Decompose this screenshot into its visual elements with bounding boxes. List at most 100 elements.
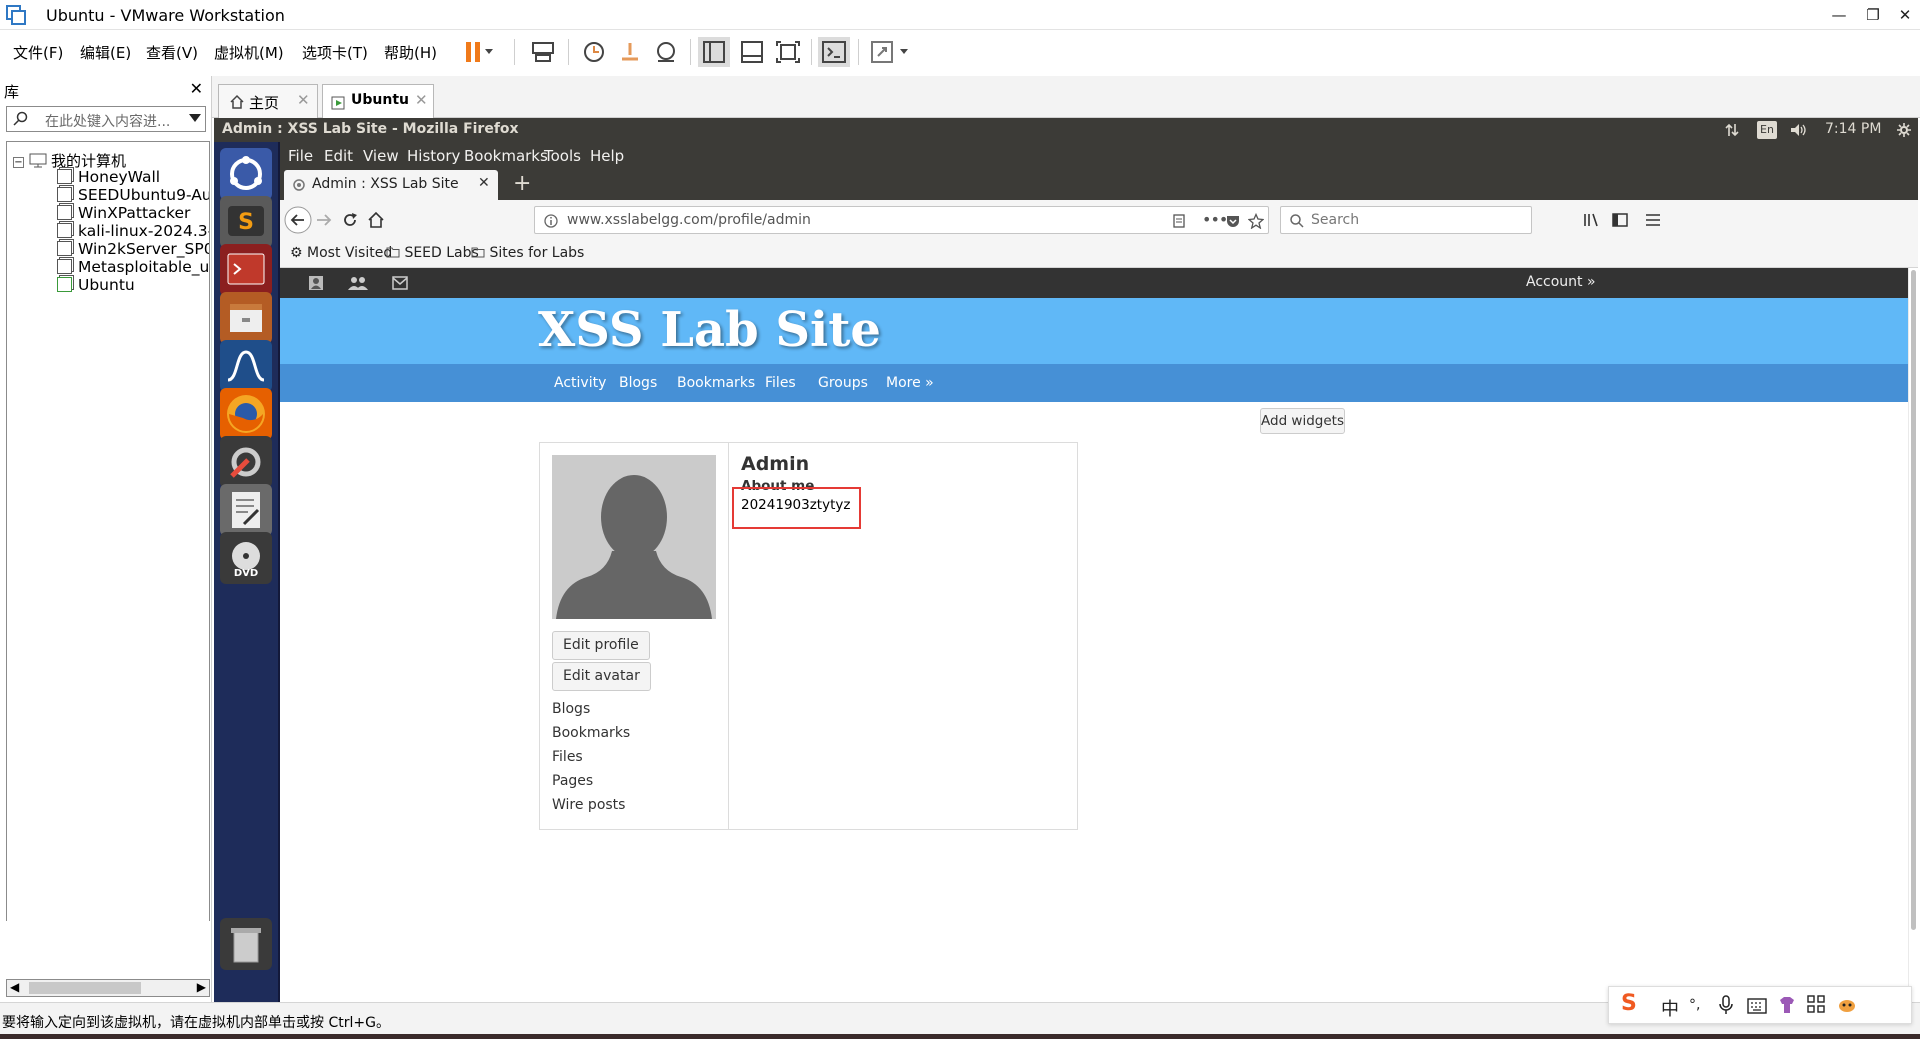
edit-avatar-button[interactable]: Edit avatar: [552, 662, 651, 691]
reader-view-icon[interactable]: [1171, 213, 1187, 229]
menu-edit[interactable]: 编辑(E): [80, 42, 131, 63]
url-bar[interactable]: www.xsslabelgg.com/profile/admin •••: [534, 206, 1269, 234]
keyboard-icon[interactable]: [1747, 998, 1767, 1014]
ime-language-toggle[interactable]: 中: [1661, 995, 1679, 1021]
avatar[interactable]: [552, 455, 716, 619]
ff-menu-edit[interactable]: Edit: [324, 147, 353, 165]
menu-file[interactable]: 文件(F): [13, 42, 63, 63]
hamburger-menu-icon[interactable]: [1644, 211, 1662, 229]
dash-icon[interactable]: [220, 148, 272, 200]
library-icon[interactable]: [1582, 211, 1600, 229]
sublime-text-icon[interactable]: S: [220, 196, 272, 248]
nav-blogs[interactable]: Blogs: [619, 375, 657, 391]
sogou-logo-icon[interactable]: S: [1621, 991, 1637, 1016]
volume-icon[interactable]: [1789, 122, 1807, 138]
ff-menu-help[interactable]: Help: [590, 147, 624, 165]
nav-files[interactable]: Files: [765, 375, 796, 391]
ime-punctuation-toggle[interactable]: °,: [1689, 997, 1700, 1013]
tree-item-vm[interactable]: WinXPattacker: [57, 204, 190, 224]
profile-link-bookmarks[interactable]: Bookmarks: [552, 725, 630, 741]
tree-root-my-computer[interactable]: − 我的计算机: [13, 150, 126, 170]
text-editor-icon[interactable]: [220, 484, 272, 536]
profile-link-files[interactable]: Files: [552, 749, 583, 765]
menu-view[interactable]: 查看(V): [146, 42, 198, 63]
close-button[interactable]: ✕: [1894, 4, 1916, 26]
scrollbar-thumb[interactable]: [1911, 270, 1916, 930]
gear-icon[interactable]: [1896, 122, 1912, 138]
tree-item-vm[interactable]: HoneyWall: [57, 168, 160, 188]
microphone-icon[interactable]: [1717, 995, 1735, 1015]
info-icon[interactable]: [543, 213, 559, 229]
menu-tabs[interactable]: 选项卡(T): [302, 42, 368, 63]
tab-close-icon[interactable]: ✕: [415, 91, 428, 109]
thumbnail-view-icon[interactable]: [736, 37, 768, 67]
snapshot-icon[interactable]: [578, 37, 610, 67]
tab-close-icon[interactable]: ✕: [297, 91, 310, 109]
guest-display[interactable]: Admin : XSS Lab Site - Mozilla Firefox E…: [214, 118, 1918, 1002]
console-view-icon[interactable]: [818, 37, 850, 67]
nav-groups[interactable]: Groups: [818, 375, 868, 391]
scrollbar-thumb[interactable]: [29, 982, 141, 994]
tree-item-vm-running[interactable]: Ubuntu: [57, 276, 135, 296]
new-tab-button[interactable]: +: [513, 171, 531, 196]
home-icon[interactable]: [366, 210, 386, 230]
back-icon[interactable]: [284, 206, 312, 234]
close-tab-icon[interactable]: ✕: [478, 175, 490, 191]
files-icon[interactable]: [220, 292, 272, 344]
stretch-guest-icon[interactable]: [866, 37, 918, 67]
network-icon[interactable]: [1724, 122, 1740, 138]
tree-item-vm[interactable]: Metasploitable_u: [57, 258, 209, 278]
tab-home[interactable]: 主页 ✕: [218, 84, 318, 118]
ff-menu-file[interactable]: File: [288, 147, 313, 165]
terminal-icon[interactable]: [220, 244, 272, 296]
menu-vm[interactable]: 虚拟机(M): [214, 42, 284, 63]
scroll-left-icon[interactable]: ◀: [10, 980, 19, 994]
ff-menu-tools[interactable]: Tools: [544, 147, 581, 165]
ff-menu-history[interactable]: History: [407, 147, 460, 165]
profile-icon[interactable]: [308, 275, 324, 291]
collapse-icon[interactable]: −: [13, 157, 24, 168]
pause-icon[interactable]: [462, 37, 494, 67]
skin-icon[interactable]: [1777, 995, 1797, 1015]
scroll-right-icon[interactable]: ▶: [197, 980, 206, 994]
profile-link-pages[interactable]: Pages: [552, 773, 593, 789]
library-horizontal-scrollbar[interactable]: ◀ ▶: [6, 979, 210, 997]
clock[interactable]: 7:14 PM: [1825, 121, 1881, 137]
firefox-icon[interactable]: [220, 388, 272, 440]
add-widgets-button[interactable]: Add widgets: [1260, 408, 1345, 434]
page-vertical-scrollbar[interactable]: [1908, 268, 1918, 1002]
tree-item-vm[interactable]: SEEDUbuntu9-Au: [57, 186, 209, 206]
tree-item-vm[interactable]: Win2kServer_SP0: [57, 240, 209, 260]
bookmark-folder-sites-for-labs[interactable]: Sites for Labs: [471, 245, 584, 261]
ff-menu-bookmarks[interactable]: Bookmarks: [464, 147, 548, 165]
messages-icon[interactable]: [392, 276, 408, 290]
nav-activity[interactable]: Activity: [554, 375, 606, 391]
bookmark-most-visited[interactable]: ⚙ Most Visited: [290, 245, 392, 261]
dvd-icon[interactable]: DVD: [220, 532, 272, 584]
mascot-icon[interactable]: [1837, 995, 1857, 1015]
profile-link-blogs[interactable]: Blogs: [552, 701, 590, 717]
toolbox-grid-icon[interactable]: [1807, 995, 1825, 1013]
wireshark-icon[interactable]: [220, 340, 272, 392]
menu-help[interactable]: 帮助(H): [384, 42, 437, 63]
library-close-icon[interactable]: ✕: [190, 79, 203, 98]
fullscreen-icon[interactable]: [772, 37, 804, 67]
revert-snapshot-icon[interactable]: [614, 37, 646, 67]
send-keys-icon[interactable]: [527, 37, 559, 67]
library-search-input[interactable]: 在此处键入内容进...: [6, 106, 206, 132]
tree-item-vm[interactable]: kali-linux-2024.3-: [57, 222, 209, 242]
library-view-icon[interactable]: [698, 37, 730, 67]
reload-icon[interactable]: [340, 210, 360, 230]
site-title[interactable]: XSS Lab Site: [538, 302, 881, 358]
bookmark-folder-seed-labs[interactable]: SEED Labs: [386, 245, 479, 261]
pocket-icon[interactable]: [1225, 213, 1241, 229]
edit-profile-button[interactable]: Edit profile: [552, 631, 650, 660]
minimize-button[interactable]: —: [1828, 4, 1850, 26]
chevron-down-icon[interactable]: [189, 114, 201, 122]
keyboard-language-indicator[interactable]: En: [1757, 121, 1777, 139]
nav-bookmarks[interactable]: Bookmarks: [677, 375, 755, 391]
tab-ubuntu[interactable]: Ubuntu ✕: [322, 84, 434, 118]
firefox-tab[interactable]: Admin : XSS Lab Site ✕: [284, 170, 498, 200]
ff-menu-view[interactable]: View: [363, 147, 399, 165]
friends-icon[interactable]: [348, 275, 368, 291]
